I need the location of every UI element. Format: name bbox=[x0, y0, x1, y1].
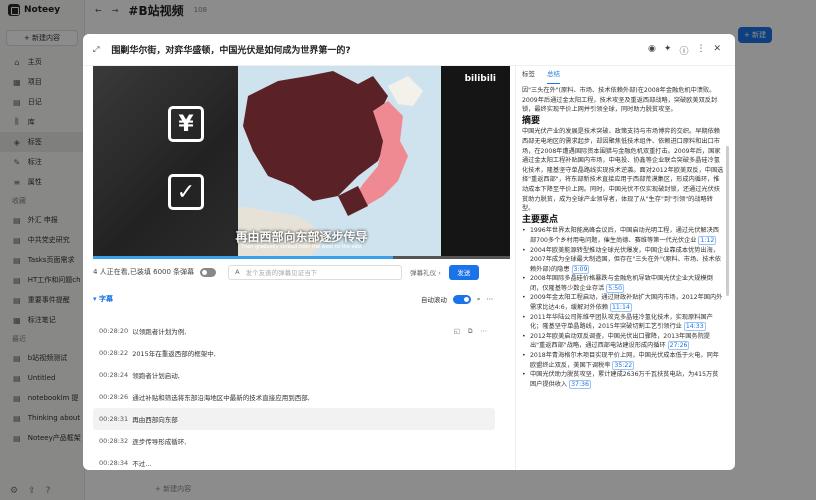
yen-icon: ¥ bbox=[168, 106, 204, 142]
timestamp-link[interactable]: 11:14 bbox=[610, 303, 632, 313]
close-icon[interactable]: ✕ bbox=[713, 44, 721, 57]
timestamp-link[interactable]: 3:09 bbox=[571, 264, 590, 274]
row-actions: ◱ ⧉ ⋯ bbox=[454, 327, 487, 336]
transcript-row[interactable]: 00:28:20 以领跑者计划为例, ◱ ⧉ ⋯ bbox=[93, 320, 495, 342]
subtitle-tab-label: 字幕 bbox=[98, 295, 113, 303]
pin-icon[interactable]: ✦ bbox=[664, 44, 672, 57]
more-icon[interactable]: ⋯ bbox=[481, 327, 488, 336]
danmaku-input[interactable]: A 发个友善的弹幕见证当下 bbox=[228, 264, 403, 280]
transcript-time[interactable]: 00:28:34 bbox=[99, 459, 128, 467]
timestamp-link[interactable]: 14:33 bbox=[683, 322, 706, 332]
transcript-row[interactable]: 00:28:24 领跑者计划启动, bbox=[93, 364, 495, 386]
copy-icon[interactable]: ⧉ bbox=[468, 327, 473, 336]
video-player[interactable]: ¥ ✓ bilibili 再由西部向东部逐步传导 Then gradually … bbox=[93, 66, 510, 259]
right-panel: 标签 总结 因"三头在外"(原料、市场、技术依赖外部)在2008年金融危机中溃败… bbox=[515, 66, 735, 470]
transcript-text: 2015年在重返西部的框架中, bbox=[132, 350, 216, 358]
key-points-heading: 主要要点 bbox=[522, 214, 559, 225]
transcript-time[interactable]: 00:28:22 bbox=[99, 349, 128, 357]
tab-summary[interactable]: 总结 bbox=[547, 68, 560, 84]
subtitle-tab[interactable]: ▾ 字幕 bbox=[93, 294, 113, 304]
bookmark-icon[interactable]: ◱ bbox=[454, 327, 460, 336]
key-point: 2012年欧美启动双反调查，中国光伏出口骤降，2013年国务院提出"重返西部"战… bbox=[522, 332, 724, 351]
checkbox-icon: ✓ bbox=[168, 174, 204, 210]
transcript-time[interactable]: 00:28:32 bbox=[99, 437, 128, 445]
video-progress-bar[interactable] bbox=[93, 256, 510, 259]
video-progress-fill bbox=[93, 256, 394, 259]
transcript-text: 领跑者计划启动, bbox=[132, 372, 180, 380]
scrollbar[interactable] bbox=[726, 146, 729, 296]
transcript-text: 通过补贴和筛选将东部沿海地区中最新的技术直接应用到西部, bbox=[132, 394, 310, 402]
danmaku-toggle[interactable] bbox=[200, 267, 217, 277]
tab-tags[interactable]: 标签 bbox=[522, 68, 535, 84]
modal-header: ⤢ 围剿华尔街，对弈华盛顿，中国光伏是如何成为世界第一的? bbox=[83, 34, 735, 66]
modal-title: 围剿华尔街，对弈华盛顿，中国光伏是如何成为世界第一的? bbox=[111, 46, 351, 56]
transcript-row[interactable]: 00:28:34 不过... bbox=[93, 452, 495, 470]
key-point: 2011年华陆公司陈维平团队攻克多晶硅冷氢化技术，实现原料国产化；隆基坚守单晶路… bbox=[522, 313, 724, 332]
video-subtitle: 再由西部向东部逐步传导 bbox=[235, 230, 368, 244]
transcript-time[interactable]: 00:28:20 bbox=[99, 327, 128, 335]
modal-actions: ◉ ✦ ⓘ ⋮ ✕ bbox=[648, 44, 721, 57]
transcript-text: 以领跑者计划为例, bbox=[132, 328, 187, 336]
auto-scroll-label: 自动滚动 bbox=[420, 296, 447, 304]
key-point: 2009年金太阳工程启动，通过财政补贴扩大国内市场，2012年国内外需求比达4:… bbox=[522, 293, 724, 313]
video-subtitle-en: Then gradually spread from the west to t… bbox=[240, 244, 363, 250]
key-points-list: 1996年世界太阳能高峰会议后，中国启动光明工程，通过光伏解决西部700多个乡村… bbox=[522, 226, 724, 389]
right-tabs: 标签 总结 bbox=[516, 68, 735, 84]
auto-scroll-toggle[interactable] bbox=[452, 294, 471, 304]
danmaku-placeholder: 发个友善的弹幕见证当下 bbox=[245, 269, 318, 277]
transcript-row[interactable]: 00:28:32 逐步传导形成循环, bbox=[93, 430, 495, 452]
transcript-row[interactable]: 00:28:26 通过补贴和筛选将东部沿海地区中最新的技术直接应用到西部, bbox=[93, 386, 495, 408]
transcript-text: 不过... bbox=[132, 460, 152, 468]
key-point: 2008年国际多晶硅价格暴跌与金融危机导致中国光伏企业大规模倒闭，仅隆基等少数企… bbox=[522, 274, 724, 293]
more-options-icon[interactable]: ⋯ bbox=[487, 295, 494, 303]
key-point: 中国光伏助力脱贫攻坚，累计建成2636万千瓦扶贫电站，为415万贫困户提供收入 … bbox=[522, 370, 724, 389]
transcript-time[interactable]: 00:28:24 bbox=[99, 371, 128, 379]
video-modal: ⤢ 围剿华尔街，对弈华盛顿，中国光伏是如何成为世界第一的? ◉ ✦ ⓘ ⋮ ✕ … bbox=[83, 34, 735, 470]
danmaku-etiquette-link[interactable]: 弹幕礼仪 › bbox=[410, 267, 441, 277]
send-button[interactable]: 发送 bbox=[448, 264, 479, 280]
camera-icon[interactable]: ◉ bbox=[648, 44, 656, 57]
more-icon[interactable]: ⋮ bbox=[696, 44, 705, 57]
transcript-text: 再由西部向东部 bbox=[132, 416, 178, 424]
timestamp-link[interactable]: 37:36 bbox=[569, 379, 591, 389]
watching-count: 4 人正在看,已装填 6000 条弹幕 bbox=[93, 268, 195, 276]
key-point-text: 1996年世界太阳能高峰会议后，中国启动光明工程，通过光伏解决西部700多个乡村… bbox=[530, 227, 719, 244]
transcript-time[interactable]: 00:28:31 bbox=[99, 415, 128, 423]
key-point: 2018年青海格尔木项目实现平价上网，中国光伏成本低于火电，同年欧盟终止双反，美… bbox=[522, 351, 724, 370]
auto-scroll: 自动滚动 ⌕ ⋯ bbox=[421, 294, 493, 304]
expand-icon[interactable]: ⤢ bbox=[93, 45, 99, 55]
timestamp-link[interactable]: 1:12 bbox=[698, 235, 717, 245]
key-point: 1996年世界太阳能高峰会议后，中国启动光明工程，通过光伏解决西部700多个乡村… bbox=[522, 226, 724, 245]
summary-heading: 摘要 bbox=[522, 115, 541, 126]
search-icon[interactable]: ⌕ bbox=[477, 295, 481, 304]
timestamp-link[interactable]: 35:22 bbox=[612, 360, 635, 370]
font-icon[interactable]: A bbox=[235, 268, 239, 276]
bilibili-logo: bilibili bbox=[464, 74, 496, 84]
transcript-row[interactable]: 00:28:31 再由西部向东部 bbox=[93, 408, 495, 430]
summary-content: 因"三头在外"(原料、市场、技术依赖外部)在2008年金融危机中溃败。2009年… bbox=[522, 86, 724, 389]
key-point-text: 2004年欧美能源转型推动全球光伏爆发，中国企业靠成本优势出海，2007年成为全… bbox=[530, 246, 721, 273]
key-point-text: 中国光伏助力脱贫攻坚，累计建成2636万千瓦扶贫电站，为415万贫困户提供收入 bbox=[530, 371, 719, 388]
key-point: 2004年欧美能源转型推动全球光伏爆发，中国企业靠成本优势出海，2007年成为全… bbox=[522, 246, 724, 275]
timestamp-link[interactable]: 27:26 bbox=[667, 341, 690, 351]
transcript-text: 逐步传导形成循环, bbox=[132, 438, 187, 446]
timestamp-link[interactable]: 5:50 bbox=[606, 283, 625, 293]
transcript-row[interactable]: 00:28:22 2015年在重返西部的框架中, bbox=[93, 342, 495, 364]
summary-text: 中国光伏产业的发展是技术突破、政策支持与市场博弈的交织。早期依赖西部无电地区的需… bbox=[522, 128, 724, 213]
info-icon[interactable]: ⓘ bbox=[679, 44, 688, 57]
transcript-list: 00:28:20 以领跑者计划为例, ◱ ⧉ ⋯ 00:28:22 2015年在重返西部的框… bbox=[93, 320, 495, 470]
summary-intro: 因"三头在外"(原料、市场、技术依赖外部)在2008年金融危机中溃败。2009年… bbox=[522, 87, 718, 114]
danmaku-bar: 4 人正在看,已装填 6000 条弹幕 A 发个友善的弹幕见证当下 弹幕礼仪 › … bbox=[93, 262, 510, 282]
transcript-time[interactable]: 00:28:26 bbox=[99, 393, 128, 401]
subtitle-bar: ▾ 字幕 自动滚动 ⌕ ⋯ bbox=[93, 290, 493, 308]
